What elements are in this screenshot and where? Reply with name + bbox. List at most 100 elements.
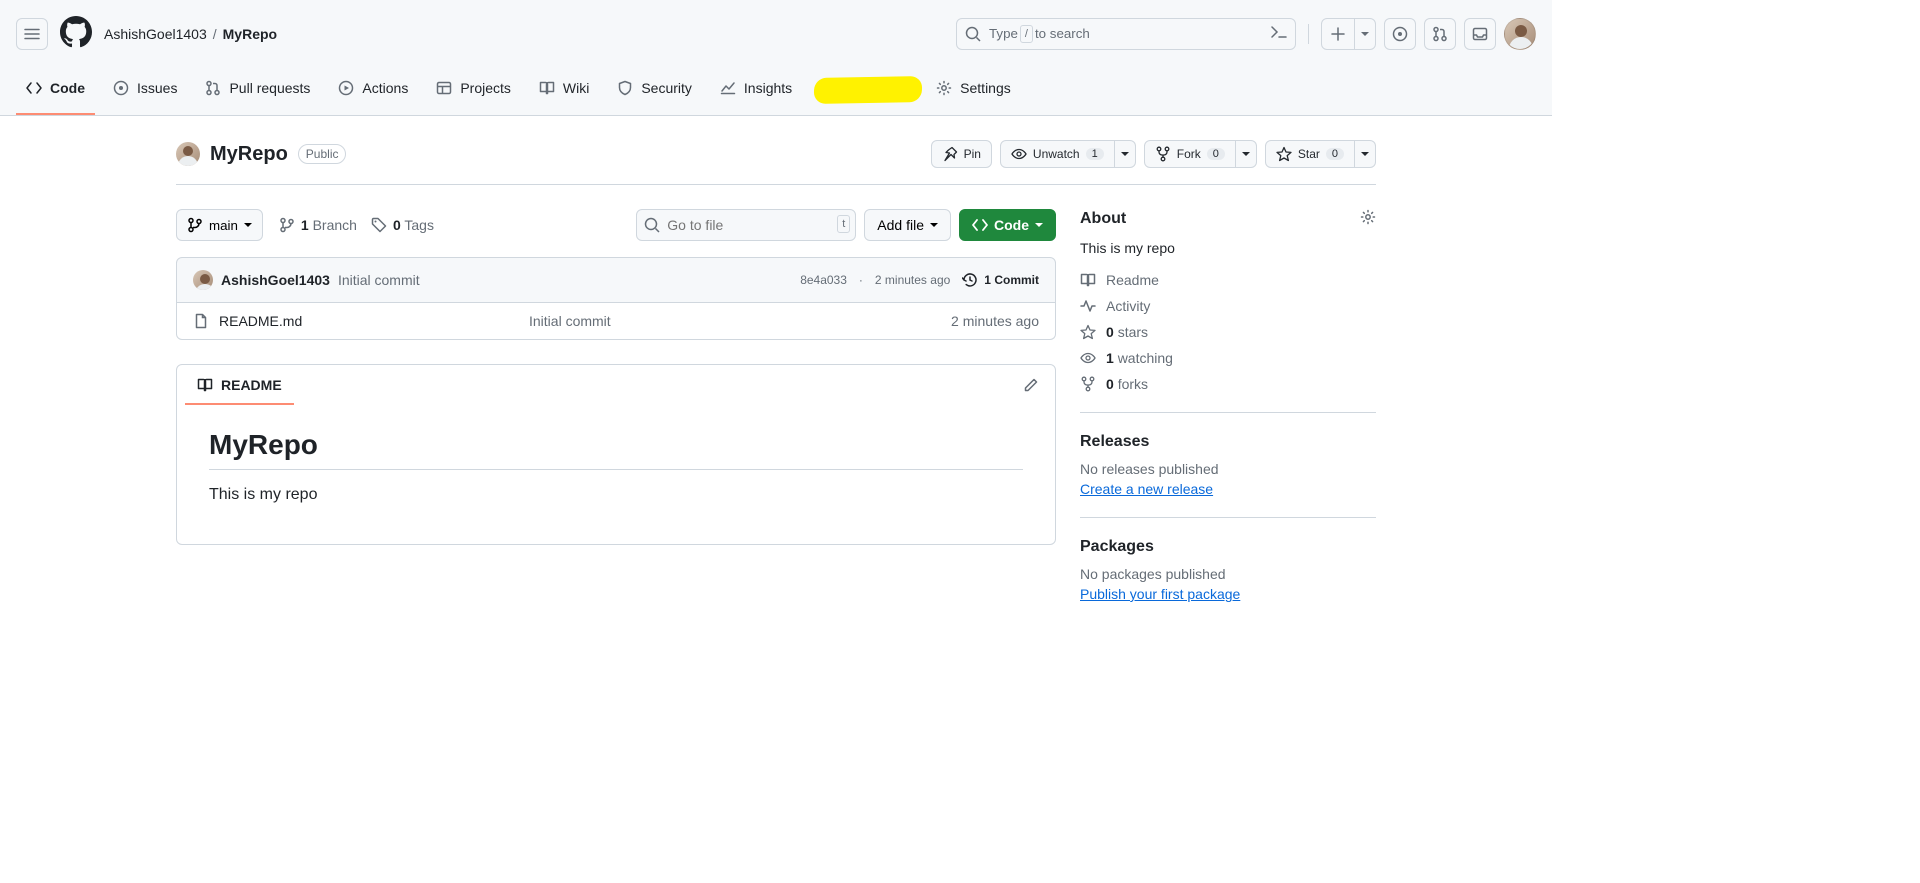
commit-sha[interactable]: 8e4a033 [800, 273, 847, 287]
command-palette-icon [1271, 24, 1287, 40]
tab-projects[interactable]: Projects [426, 67, 521, 115]
unwatch-button[interactable]: Unwatch 1 [1000, 140, 1115, 168]
about-readme-link[interactable]: Readme [1080, 272, 1376, 288]
search-icon [644, 217, 660, 236]
breadcrumb-separator: / [213, 26, 217, 42]
breadcrumb-owner[interactable]: AshishGoel1403 [104, 26, 207, 42]
tag-icon [371, 217, 387, 233]
fork-icon [1080, 376, 1096, 392]
edit-readme-button[interactable] [1015, 369, 1047, 401]
user-avatar[interactable] [1504, 18, 1536, 50]
issues-button[interactable] [1384, 18, 1416, 50]
packages-empty: No packages published [1080, 566, 1376, 582]
commit-time: 2 minutes ago [875, 273, 950, 287]
tab-insights[interactable]: Insights [710, 67, 802, 115]
code-button[interactable]: Code [959, 209, 1056, 241]
tab-actions[interactable]: Actions [328, 67, 418, 115]
highlight-annotation [814, 76, 923, 104]
inbox-button[interactable] [1464, 18, 1496, 50]
branches-link[interactable]: 1 Branch [279, 217, 357, 233]
latest-commit-bar: AshishGoel1403 Initial commit 8e4a033 · … [176, 257, 1056, 303]
add-file-button[interactable]: Add file [864, 209, 951, 241]
file-commit-message[interactable]: Initial commit [529, 313, 935, 329]
go-to-file-input[interactable] [636, 209, 856, 241]
tab-wiki[interactable]: Wiki [529, 67, 599, 115]
commit-author-avatar[interactable] [193, 270, 213, 290]
tags-count: 0 [393, 217, 401, 233]
tab-issues-label: Issues [137, 80, 177, 96]
tab-pulls[interactable]: Pull requests [195, 67, 320, 115]
branch-select-button[interactable]: main [176, 209, 263, 241]
about-activity-link[interactable]: Activity [1080, 298, 1376, 314]
about-forks-link[interactable]: 0 forks [1080, 376, 1376, 392]
create-release-link[interactable]: Create a new release [1080, 481, 1213, 497]
sidebar: About This is my repo Readme Activity [1080, 209, 1376, 642]
pull-requests-button[interactable] [1424, 18, 1456, 50]
file-name[interactable]: README.md [219, 313, 302, 329]
breadcrumb-repo[interactable]: MyRepo [223, 26, 277, 42]
star-label: Star [1298, 147, 1320, 161]
about-description: This is my repo [1080, 240, 1376, 256]
inbox-icon [1472, 26, 1488, 42]
about-stars-link[interactable]: 0 stars [1080, 324, 1376, 340]
global-search[interactable]: Type / to search [956, 18, 1296, 50]
book-icon [1080, 272, 1096, 288]
commits-label: Commit [994, 273, 1039, 287]
fork-dropdown[interactable] [1236, 140, 1257, 168]
tab-issues[interactable]: Issues [103, 67, 187, 115]
readme-content: MyRepo This is my repo [177, 405, 1055, 544]
create-new-button[interactable] [1321, 18, 1376, 50]
tab-security[interactable]: Security [607, 67, 702, 115]
table-icon [436, 80, 452, 96]
owner-avatar[interactable] [176, 142, 200, 166]
tab-wiki-label: Wiki [563, 80, 589, 96]
pin-button[interactable]: Pin [931, 140, 992, 168]
tab-settings[interactable]: Settings [810, 67, 1021, 115]
star-dropdown[interactable] [1355, 140, 1376, 168]
tab-pulls-label: Pull requests [229, 80, 310, 96]
readme-tab[interactable]: README [185, 365, 294, 405]
star-button-group: Star 0 [1265, 140, 1376, 168]
create-new-caret[interactable] [1354, 19, 1375, 49]
main-column: main 1 Branch 0 Tags [176, 209, 1056, 642]
about-title: About [1080, 210, 1126, 228]
chevron-down-icon [244, 223, 252, 227]
commit-message[interactable]: Initial commit [338, 272, 420, 288]
readme-tab-label: README [221, 377, 282, 393]
publish-package-link[interactable]: Publish your first package [1080, 586, 1240, 602]
search-icon [965, 26, 981, 42]
repo-header: MyRepo Public Pin Unwatch 1 Fork 0 [176, 132, 1376, 185]
main-container: MyRepo Public Pin Unwatch 1 Fork 0 [152, 116, 1400, 682]
gear-icon [936, 80, 952, 96]
fork-button[interactable]: Fork 0 [1144, 140, 1236, 168]
fork-icon [1155, 146, 1171, 162]
tab-actions-label: Actions [362, 80, 408, 96]
about-watching-link[interactable]: 1 watching [1080, 350, 1376, 366]
hamburger-menu-button[interactable] [16, 18, 48, 50]
watch-dropdown[interactable] [1115, 140, 1136, 168]
plus-icon [1330, 26, 1346, 42]
commit-author[interactable]: AshishGoel1403 [221, 272, 330, 288]
header-right: Type / to search [956, 18, 1536, 50]
global-header: AshishGoel1403 / MyRepo Type / to search [0, 0, 1552, 67]
add-file-label: Add file [877, 217, 924, 233]
packages-title: Packages [1080, 538, 1376, 556]
git-pull-request-icon [1432, 26, 1448, 42]
pencil-icon [1023, 377, 1039, 393]
about-settings-button[interactable] [1360, 209, 1376, 228]
star-button[interactable]: Star 0 [1265, 140, 1355, 168]
divider [1308, 24, 1309, 44]
file-row[interactable]: README.md Initial commit 2 minutes ago [176, 303, 1056, 340]
commits-link[interactable]: 1 Commit [962, 272, 1039, 288]
gear-icon [1360, 209, 1376, 225]
watching-label: watching [1118, 350, 1173, 366]
releases-empty: No releases published [1080, 461, 1376, 477]
search-prefix: Type [989, 26, 1018, 41]
github-logo-link[interactable] [60, 16, 92, 51]
chevron-down-icon [930, 223, 938, 227]
eye-icon [1011, 146, 1027, 162]
tab-code[interactable]: Code [16, 67, 95, 115]
dot-separator: · [859, 273, 863, 287]
branch-name: main [209, 218, 238, 233]
tags-link[interactable]: 0 Tags [371, 217, 434, 233]
